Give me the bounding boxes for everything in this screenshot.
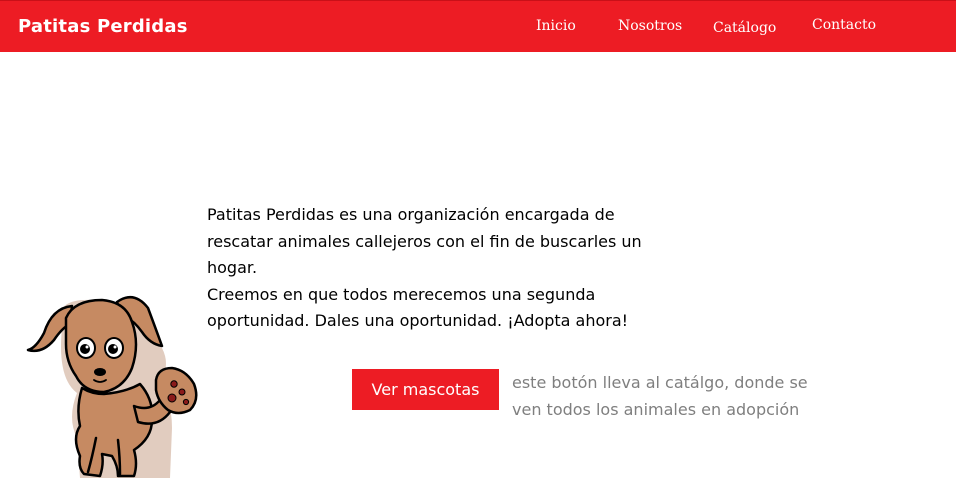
nav-link-inicio[interactable]: Inicio <box>536 17 576 35</box>
cta-note-text: este botón lleva al catálgo, donde se ve… <box>512 373 808 419</box>
nav-link-catalogo[interactable]: Catálogo <box>713 19 776 37</box>
brand-logo-text[interactable]: Patitas Perdidas <box>18 16 188 38</box>
ver-mascotas-button[interactable]: Ver mascotas <box>352 369 499 410</box>
navbar: Patitas Perdidas Inicio Nosotros Catálog… <box>0 0 956 52</box>
nav-link-contacto[interactable]: Contacto <box>812 16 876 34</box>
intro-paragraph-adopt: Creemos en que todos merecemos una segun… <box>207 284 629 331</box>
nav-link-nosotros[interactable]: Nosotros <box>618 17 682 35</box>
dog-waving-icon <box>26 295 198 478</box>
page: Patitas Perdidas Inicio Nosotros Catálog… <box>0 0 956 492</box>
intro-text: Patitas Perdidas es una organización enc… <box>207 202 677 335</box>
intro-paragraph-mission: Patitas Perdidas es una organización enc… <box>207 205 642 277</box>
